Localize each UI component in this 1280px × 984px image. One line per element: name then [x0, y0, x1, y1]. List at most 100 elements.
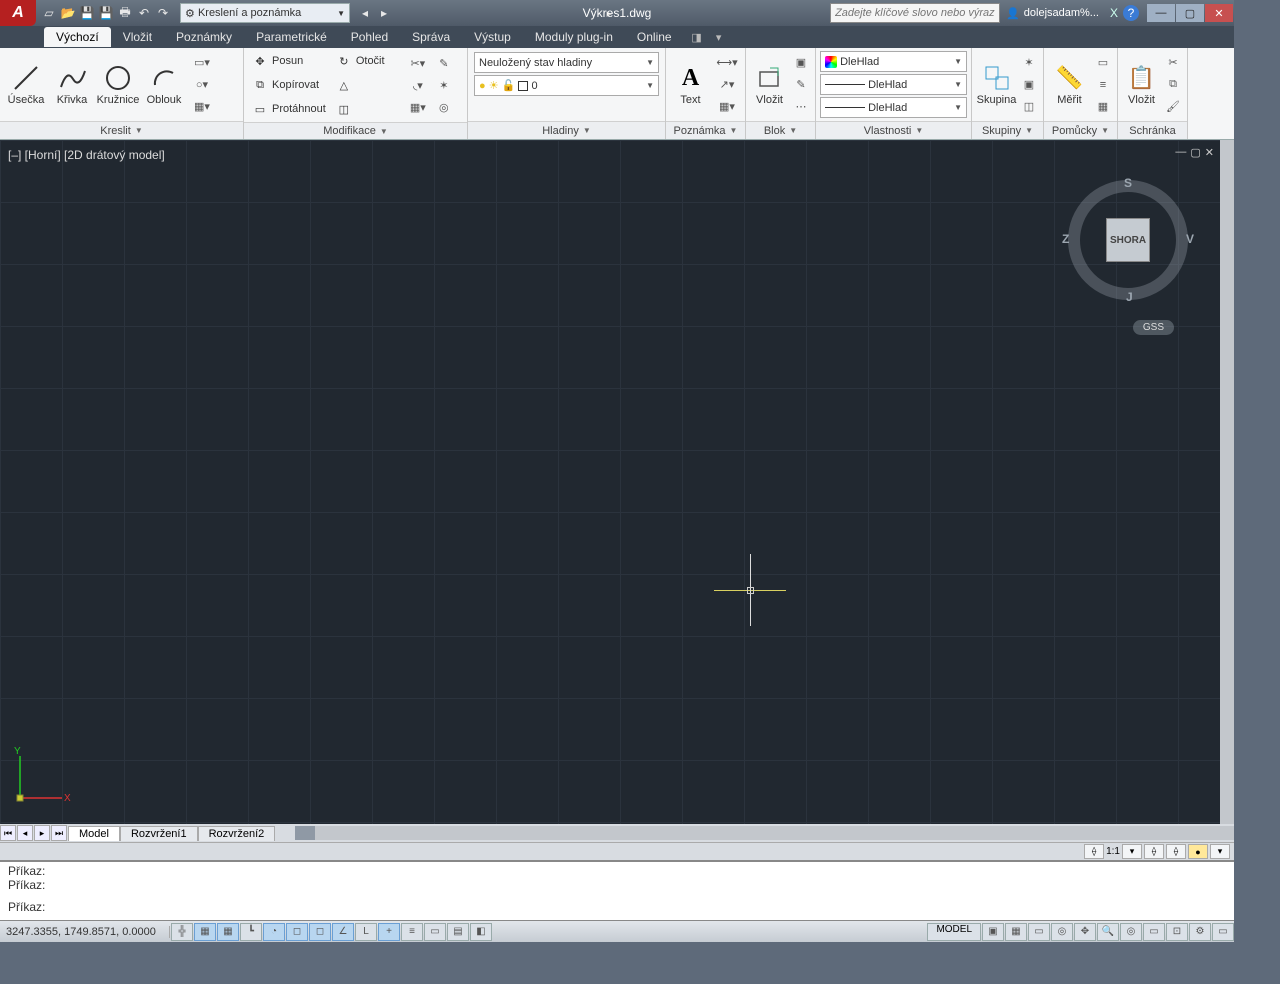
anno-scale-icon[interactable]: ⟠	[1084, 844, 1104, 859]
insert-block-button[interactable]: Vložit	[750, 63, 789, 106]
doc-restore-icon[interactable]: ▢	[1190, 146, 1200, 159]
vertical-scrollbar[interactable]	[1220, 140, 1234, 824]
workspace-selector[interactable]: ⚙ Kreslení a poznámka ▼	[180, 3, 350, 23]
st-layout-icon[interactable]: ▣	[982, 923, 1004, 941]
doc-close-icon[interactable]: ✕	[1205, 146, 1214, 159]
snap-icon[interactable]: ▦	[194, 923, 216, 941]
hatch-icon[interactable]: ▦▾	[188, 97, 216, 117]
rotate-button[interactable]: ↻Otočit	[332, 50, 402, 72]
circle-button[interactable]: Kružnice	[96, 63, 140, 106]
stretch-button[interactable]: ▭Protáhnout	[248, 98, 330, 120]
layout-tab-2[interactable]: Rozvržení2	[198, 826, 276, 841]
tab-pohled[interactable]: Pohled	[339, 27, 400, 47]
tab-parametricke[interactable]: Parametrické	[244, 27, 339, 47]
leader-icon[interactable]: ↗▾	[713, 75, 741, 95]
st-quickview-icon[interactable]: ▦	[1005, 923, 1027, 941]
rectangle-icon[interactable]: ▭▾	[188, 53, 216, 73]
modelspace-button[interactable]: MODEL	[927, 923, 981, 941]
redo-icon[interactable]: ↷	[154, 4, 172, 22]
copy-button[interactable]: ⧉Kopírovat	[248, 74, 330, 96]
select-icon[interactable]: ▭	[1093, 53, 1113, 73]
tab-sprava[interactable]: Správa	[400, 27, 462, 47]
polar-icon[interactable]: ◔	[263, 923, 285, 941]
dyn-icon[interactable]: +	[378, 923, 400, 941]
mirror-button[interactable]: △	[332, 74, 402, 96]
line-button[interactable]: Úsečka	[4, 63, 48, 106]
layer-current-dropdown[interactable]: ● ☀ 🔓 0▼	[474, 75, 659, 96]
ortho-icon[interactable]: ┗	[240, 923, 262, 941]
app-logo[interactable]: A	[0, 0, 36, 26]
ribbon-help-icon[interactable]: ▾	[710, 28, 728, 46]
st-clean-icon[interactable]: ▭	[1212, 923, 1234, 941]
panel-props-title[interactable]: Vlastnosti▼	[816, 121, 971, 139]
polyline-button[interactable]: Křivka	[50, 63, 94, 106]
tab-vychozi[interactable]: Výchozí	[44, 27, 111, 47]
arc-button[interactable]: Oblouk	[142, 63, 186, 106]
panel-modify-title[interactable]: Modifikace▼	[244, 122, 467, 139]
ribbon-collapse-icon[interactable]: ◨	[688, 28, 706, 46]
viewcube-west[interactable]: Z	[1062, 232, 1069, 246]
infer-icon[interactable]: ╬	[171, 923, 193, 941]
anno-add-icon[interactable]: ⟠	[1166, 844, 1186, 859]
exchange-icon[interactable]: X	[1105, 4, 1123, 22]
otrack-icon[interactable]: ∠	[332, 923, 354, 941]
anno-conf-icon[interactable]: ▾	[1210, 844, 1230, 859]
explode-icon[interactable]: ✶	[434, 75, 454, 95]
quickcalc-icon[interactable]: ≡	[1093, 75, 1113, 95]
anno-vis-icon[interactable]: ⟠	[1144, 844, 1164, 859]
color-dropdown[interactable]: DleHlad▼	[820, 51, 967, 72]
drawing-canvas[interactable]: [–] [Horní] [2D drátový model] — ▢ ✕ Y X…	[0, 140, 1234, 824]
osnap-icon[interactable]: ◻	[286, 923, 308, 941]
layout-tab-1[interactable]: Rozvržení1	[120, 826, 198, 841]
linetype-dropdown[interactable]: DleHlad▼	[820, 97, 967, 118]
viewcube-south[interactable]: J	[1126, 290, 1133, 304]
close-button[interactable]: ✕	[1205, 4, 1233, 22]
move-button[interactable]: ✥Posun	[248, 50, 330, 72]
lineweight-dropdown[interactable]: DleHlad▼	[820, 74, 967, 95]
st-steer-icon[interactable]: ◎	[1120, 923, 1142, 941]
scale-button[interactable]: ◫	[332, 98, 402, 120]
tab-moduly[interactable]: Moduly plug-in	[523, 27, 625, 47]
erase-icon[interactable]: ✎	[434, 53, 454, 73]
lwt-icon[interactable]: ≡	[401, 923, 423, 941]
st-iso-icon[interactable]: ⊡	[1166, 923, 1188, 941]
command-window[interactable]: Příkaz: Příkaz: Příkaz:	[0, 860, 1234, 920]
paste-button[interactable]: 📋Vložit	[1122, 63, 1161, 106]
layout-last-icon[interactable]: ⏭	[51, 825, 67, 841]
layout-next-icon[interactable]: ▸	[34, 825, 50, 841]
array-icon[interactable]: ▦▾	[404, 97, 432, 117]
layout-first-icon[interactable]: ⏮	[0, 825, 16, 841]
open-icon[interactable]: 📂	[59, 4, 77, 22]
saveas-icon[interactable]: 💾	[97, 4, 115, 22]
selectall-icon[interactable]: ▦	[1093, 97, 1113, 117]
signin-area[interactable]: 👤 dolejsadam%...	[1006, 7, 1099, 20]
viewcube-east[interactable]: V	[1186, 232, 1194, 246]
ellipse-icon[interactable]: ○▾	[188, 75, 216, 95]
minimize-button[interactable]: —	[1147, 4, 1175, 22]
st-hw-icon[interactable]: ⚙	[1189, 923, 1211, 941]
cut-icon[interactable]: ✂	[1163, 53, 1183, 73]
panel-block-title[interactable]: Blok▼	[746, 121, 815, 139]
save-icon[interactable]: 💾	[78, 4, 96, 22]
viewcube-north[interactable]: S	[1124, 176, 1132, 190]
tab-vlozit[interactable]: Vložit	[111, 27, 164, 47]
tab-vystup[interactable]: Výstup	[462, 27, 523, 47]
tpy-icon[interactable]: ▭	[424, 923, 446, 941]
ucs-icon[interactable]: Y X	[12, 746, 72, 806]
ducs-icon[interactable]: L	[355, 923, 377, 941]
tab-online[interactable]: Online	[625, 27, 684, 47]
text-button[interactable]: AText	[670, 63, 711, 106]
st-showmotion-icon[interactable]: ▭	[1143, 923, 1165, 941]
anno-lamp-icon[interactable]: ●	[1188, 844, 1208, 859]
ungroup-icon[interactable]: ✶	[1019, 53, 1039, 73]
edit-block-icon[interactable]: ✎	[791, 75, 811, 95]
panel-annot-title[interactable]: Poznámka▼	[666, 121, 745, 139]
new-icon[interactable]: ▱	[40, 4, 58, 22]
group-edit-icon[interactable]: ▣	[1019, 75, 1039, 95]
layer-state-dropdown[interactable]: Neuložený stav hladiny▼	[474, 52, 659, 73]
maximize-button[interactable]: ▢	[1176, 4, 1204, 22]
print-icon[interactable]: 🖶	[116, 4, 134, 22]
matchprop-icon[interactable]: 🖌	[1163, 97, 1183, 117]
grid-icon[interactable]: ▦	[217, 923, 239, 941]
tab-poznamky[interactable]: Poznámky	[164, 27, 244, 47]
